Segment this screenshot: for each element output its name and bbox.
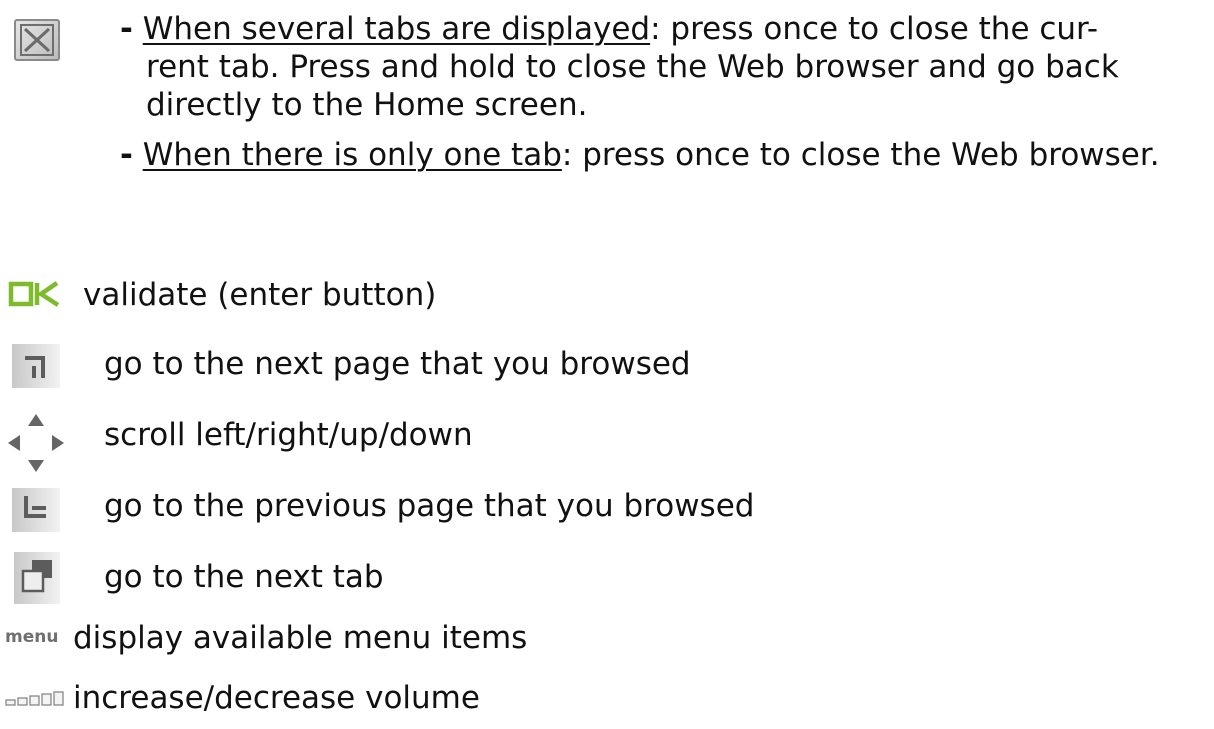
volume-icon bbox=[4, 688, 68, 708]
arrows-icon bbox=[6, 412, 66, 478]
bullet-several-tabs-line3: directly to the Home screen. bbox=[146, 87, 588, 123]
ok-icon bbox=[8, 280, 62, 308]
item-label-menu: display available menu items bbox=[73, 620, 528, 656]
several-tabs-action: : press once to close the cur- bbox=[650, 11, 1099, 47]
next-page-icon bbox=[10, 342, 64, 390]
svg-text:menu: menu bbox=[5, 627, 58, 647]
bullet-dash: - bbox=[120, 11, 133, 47]
menu-icon: menu bbox=[4, 627, 68, 647]
one-tab-action: : press once to close the Web browser. bbox=[561, 137, 1160, 173]
bullet-several-tabs-line2: rent tab. Press and hold to close the We… bbox=[146, 49, 1119, 85]
item-label-next-page: go to the next page that you browsed bbox=[104, 346, 691, 382]
previous-page-icon bbox=[10, 486, 64, 534]
item-label-previous-page: go to the previous page that you browsed bbox=[104, 488, 755, 524]
bullet-dash: - bbox=[120, 137, 133, 173]
item-label-next-tab: go to the next tab bbox=[104, 559, 384, 595]
bullet-one-tab: - When there is only one tab: press once… bbox=[120, 136, 1160, 174]
bullet-several-tabs-line1: - When several tabs are displayed: press… bbox=[120, 10, 1098, 48]
item-label-validate: validate (enter button) bbox=[83, 277, 437, 313]
close-x-icon bbox=[12, 17, 64, 65]
one-tab-condition: When there is only one tab bbox=[142, 137, 562, 173]
several-tabs-condition: When several tabs are displayed bbox=[142, 11, 651, 47]
next-tab-icon bbox=[12, 550, 64, 606]
item-label-volume: increase/decrease volume bbox=[73, 680, 480, 716]
item-label-scroll: scroll left/right/up/down bbox=[104, 417, 473, 453]
